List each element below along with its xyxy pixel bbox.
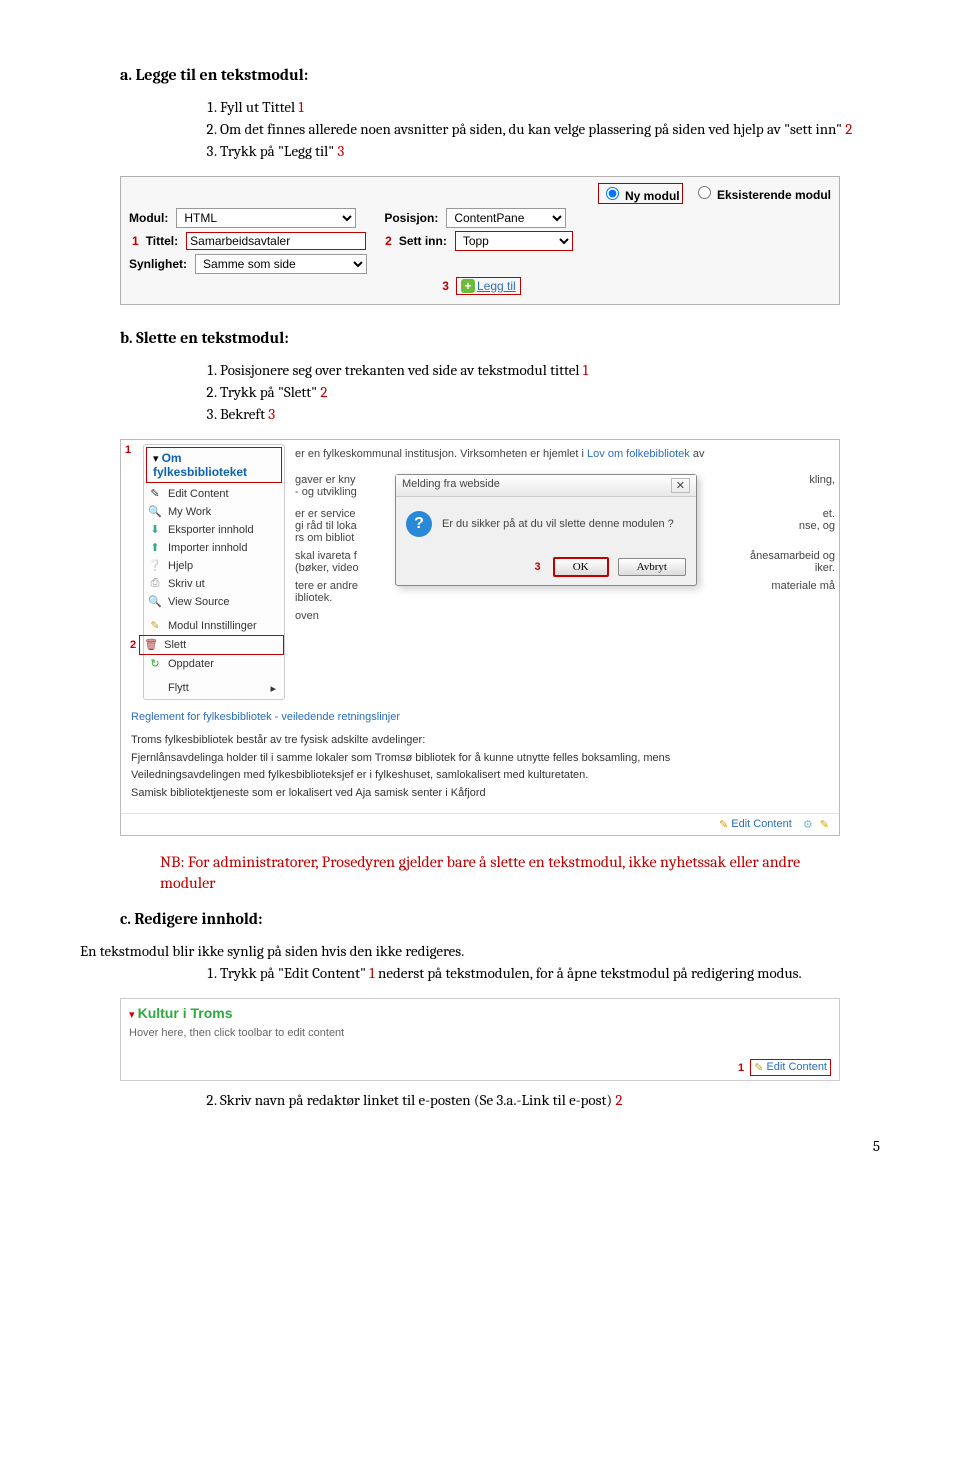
list-item: Trykk på "Slett" 2 [220,383,880,401]
refresh-icon: ↻ [148,657,162,670]
import-icon: ⬆ [148,541,162,554]
list-item: Trykk på "Edit Content" 1 nederst på tek… [220,964,880,982]
section-a-list: Fyll ut Tittel 1 Om det finnes allerede … [220,98,880,160]
ctx-edit-content[interactable]: ✎Edit Content [144,485,284,503]
print-icon: ⎙ [148,577,162,590]
section-a-title: a. Legge til en tekstmodul: [80,66,880,84]
hover-hint: Hover here, then click toolbar to edit c… [129,1027,831,1039]
list-item: Om det finnes allerede noen avsnitter på… [220,120,880,138]
admin-note: NB: For administratorer, Prosedyren gjel… [160,852,840,894]
modul-select[interactable]: HTML [176,208,356,228]
search-icon: 🔍 [148,505,162,518]
avbryt-button[interactable]: Avbryt [618,558,686,576]
marker-3: 3 [442,279,449,293]
bottom-description: Reglement for fylkesbibliotek - veileden… [121,704,839,813]
ctx-view-source[interactable]: 🔍View Source [144,593,284,611]
edit-mini-icon[interactable]: ✎ [820,819,829,831]
edit-content-link[interactable]: Edit Content [750,1059,831,1076]
ctx-oppdater[interactable]: ↻Oppdater [144,655,284,673]
add-module-panel: Ny modul Eksisterende modul Modul: HTML … [120,176,840,305]
synlighet-label: Synlighet: [129,257,187,271]
pencil-icon: ✎ [148,487,162,500]
legg-til-button[interactable]: Legg til [477,279,516,293]
list-item: Trykk på "Legg til" 3 [220,142,880,160]
tittel-label: Tittel: [146,234,178,248]
modul-label: Modul: [129,211,168,225]
posisjon-select[interactable]: ContentPane [446,208,566,228]
ok-button[interactable]: OK [553,557,609,577]
delete-icon: 🗑 [144,638,158,651]
section-b-list: Posisjonere seg over trekanten ved side … [220,361,880,423]
close-icon[interactable]: ✕ [671,478,690,493]
ctx-my-work[interactable]: 🔍My Work [144,503,284,521]
export-icon: ⬇ [148,523,162,536]
marker-3: 3 [535,561,541,573]
law-link[interactable]: Lov om folkebibliotek [587,448,690,460]
dialog-title: Melding fra webside [402,478,500,493]
radio-ny-modul[interactable]: Ny modul [598,183,683,204]
list-item: Posisjonere seg over trekanten ved side … [220,361,880,379]
list-item: Skriv navn på redaktør linket til e-post… [220,1091,880,1109]
posisjon-label: Posisjon: [384,211,438,225]
ctx-importer[interactable]: ⬆Importer innhold [144,539,284,557]
module-title-trigger[interactable]: Om fylkesbiblioteket [153,451,247,479]
list-item: Fyll ut Tittel 1 [220,98,880,116]
delete-module-screenshot: 1 ▾ Om fylkesbiblioteket ✎Edit Content 🔍… [120,439,840,836]
synlighet-select[interactable]: Samme som side [195,254,367,274]
page-number: 5 [80,1137,880,1155]
settinn-label: Sett inn: [399,234,447,248]
section-c-list-1: Trykk på "Edit Content" 1 nederst på tek… [220,964,880,982]
marker-1: 1 [738,1062,744,1074]
list-item: Bekreft 3 [220,405,880,423]
tittel-input[interactable] [186,232,366,250]
marker-1: 1 [132,234,139,248]
marker-2: 2 [385,234,392,248]
settinn-select[interactable]: Topp [455,231,573,251]
ctx-modul-innstillinger[interactable]: ✎Modul Innstillinger [144,617,284,635]
section-c-title: c. Redigere innhold: [80,910,880,928]
settings-icon: ✎ [148,619,162,632]
confirm-dialog: Melding fra webside ✕ ? Er du sikker på … [395,474,697,586]
section-c-list-2: Skriv navn på redaktør linket til e-post… [220,1091,880,1109]
dialog-text: Er du sikker på at du vil slette denne m… [442,518,674,530]
question-icon: ? [406,511,432,537]
ctx-hjelp[interactable]: ❔Hjelp [144,557,284,575]
edit-content-link[interactable]: Edit Content [719,818,792,831]
plus-icon: + [461,279,475,293]
ctx-slett[interactable]: 🗑Slett [139,635,284,655]
source-icon: 🔍 [148,595,162,608]
settings-mini-icon[interactable]: ⚙ [803,819,813,831]
ctx-skriv-ut[interactable]: ⎙Skriv ut [144,575,284,593]
context-menu: ▾ Om fylkesbiblioteket ✎Edit Content 🔍My… [143,444,285,700]
ctx-flytt[interactable]: Flytt▸ [144,679,284,697]
ctx-eksporter[interactable]: ⬇Eksporter innhold [144,521,284,539]
marker-1: 1 [125,444,137,700]
module-title: Kultur i Troms [138,1005,233,1021]
help-icon: ❔ [148,559,162,572]
section-b-title: b. Slette en tekstmodul: [80,329,880,347]
content-body: er en fylkeskommunal institusjon. Virkso… [285,444,835,700]
edit-content-screenshot: ▾ Kultur i Troms Hover here, then click … [120,998,840,1081]
radio-eksisterende-modul[interactable]: Eksisterende modul [693,183,831,204]
section-c-intro: En tekstmodul blir ikke synlig på siden … [80,942,880,960]
marker-2: 2 [130,639,136,651]
